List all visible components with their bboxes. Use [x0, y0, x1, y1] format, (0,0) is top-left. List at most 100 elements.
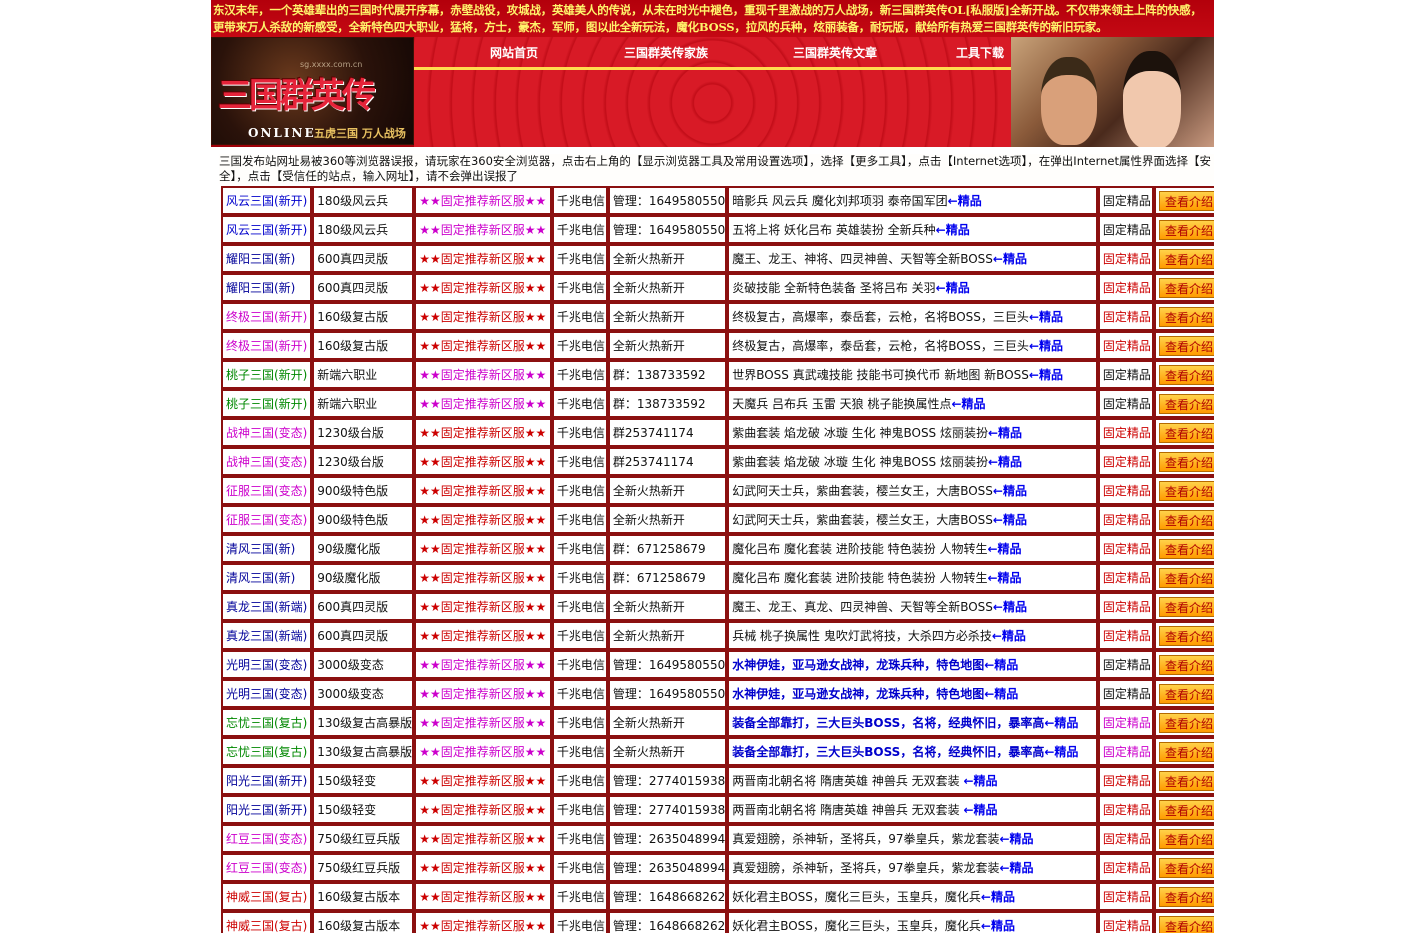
- server-name-link-cell[interactable]: 耀阳三国(新): [221, 273, 313, 302]
- contact-info-cell: 管理：1648668262: [607, 882, 728, 911]
- server-name-link[interactable]: 清风三国(新): [226, 542, 295, 556]
- server-name-link[interactable]: 风云三国(新开): [226, 194, 307, 208]
- server-name-link[interactable]: 红豆三国(变态): [226, 861, 307, 875]
- recommend-badge: ★★固定推荐新区服★★: [419, 658, 547, 672]
- server-name-link[interactable]: 阳光三国(新开): [226, 774, 307, 788]
- view-details-button[interactable]: 查看介绍: [1158, 654, 1214, 675]
- view-details-button[interactable]: 查看介绍: [1158, 770, 1214, 791]
- server-name-link-cell[interactable]: 光明三国(变态): [221, 650, 313, 679]
- server-name-link-cell[interactable]: 终极三国(新开): [221, 331, 313, 360]
- server-name-link-cell[interactable]: 神威三国(复古): [221, 911, 313, 933]
- server-name-link[interactable]: 终极三国(新开): [226, 339, 307, 353]
- server-features-cell: 两晋南北朝名将 隋唐英雄 神兽兵 无双套装 ←精品: [727, 766, 1098, 795]
- server-name-link-cell[interactable]: 阳光三国(新开): [221, 766, 313, 795]
- server-name-link-cell[interactable]: 忘忧三国(复古): [221, 708, 313, 737]
- view-details-button[interactable]: 查看介绍: [1158, 277, 1214, 298]
- server-name-link-cell[interactable]: 风云三国(新开): [221, 215, 313, 244]
- server-name-link-cell[interactable]: 真龙三国(新端): [221, 621, 313, 650]
- nav-family[interactable]: 三国群英传家族: [624, 44, 708, 61]
- server-name-link[interactable]: 战神三国(变态): [226, 455, 307, 469]
- view-details-button[interactable]: 查看介绍: [1158, 480, 1214, 501]
- network-line: 千兆电信: [556, 629, 605, 643]
- server-name-link-cell[interactable]: 清风三国(新): [221, 534, 313, 563]
- server-name-link[interactable]: 神威三国(复古): [226, 890, 307, 904]
- view-details-button[interactable]: 查看介绍: [1158, 248, 1214, 269]
- server-name-link[interactable]: 耀阳三国(新): [226, 281, 295, 295]
- server-name-link[interactable]: 光明三国(变态): [226, 658, 307, 672]
- view-details-button[interactable]: 查看介绍: [1158, 828, 1214, 849]
- server-name-link[interactable]: 征服三国(变态): [226, 484, 307, 498]
- server-version-cell: 150级轻变: [312, 766, 415, 795]
- contact-info: 全新火热新开: [612, 513, 685, 527]
- server-name-link[interactable]: 征服三国(变态): [226, 513, 307, 527]
- server-name-link-cell[interactable]: 神威三国(复古): [221, 882, 313, 911]
- server-name-link-cell[interactable]: 风云三国(新开): [221, 186, 313, 215]
- server-name-link-cell[interactable]: 战神三国(变态): [221, 418, 313, 447]
- view-details-button[interactable]: 查看介绍: [1158, 857, 1214, 878]
- view-details-button[interactable]: 查看介绍: [1158, 335, 1214, 356]
- server-name-link[interactable]: 风云三国(新开): [226, 223, 307, 237]
- view-details-button[interactable]: 查看介绍: [1158, 393, 1214, 414]
- view-details-button[interactable]: 查看介绍: [1158, 219, 1214, 240]
- recommend-badge-cell: ★★固定推荐新区服★★: [414, 447, 552, 476]
- view-details-button[interactable]: 查看介绍: [1158, 625, 1214, 646]
- view-details-button[interactable]: 查看介绍: [1158, 712, 1214, 733]
- view-details-button[interactable]: 查看介绍: [1158, 683, 1214, 704]
- nav-tools-download[interactable]: 工具下载: [956, 44, 1004, 61]
- server-name-link[interactable]: 神威三国(复古): [226, 919, 307, 933]
- table-row: 神威三国(复古) 160级复古版本 ★★固定推荐新区服★★ 千兆电信 管理：164866…: [221, 911, 1214, 933]
- view-details-button[interactable]: 查看介绍: [1158, 422, 1214, 443]
- server-name-link-cell[interactable]: 征服三国(变态): [221, 476, 313, 505]
- nav-articles[interactable]: 三国群英传文章: [793, 44, 877, 61]
- server-name-link-cell[interactable]: 桃子三国(新开): [221, 389, 313, 418]
- server-name-link-cell[interactable]: 真龙三国(新端): [221, 592, 313, 621]
- server-name-link[interactable]: 真龙三国(新端): [226, 600, 307, 614]
- view-details-button[interactable]: 查看介绍: [1158, 306, 1214, 327]
- server-name-link[interactable]: 红豆三国(变态): [226, 832, 307, 846]
- server-name-link[interactable]: 忘忧三国(复古): [226, 745, 307, 759]
- server-name-link-cell[interactable]: 光明三国(变态): [221, 679, 313, 708]
- nav-home[interactable]: 网站首页: [490, 44, 538, 61]
- recommend-badge: ★★固定推荐新区服★★: [419, 194, 547, 208]
- server-name-link[interactable]: 耀阳三国(新): [226, 252, 295, 266]
- server-name-link[interactable]: 桃子三国(新开): [226, 397, 307, 411]
- view-details-button[interactable]: 查看介绍: [1158, 741, 1214, 762]
- action-cell: 查看介绍: [1153, 447, 1214, 476]
- server-name-link-cell[interactable]: 红豆三国(变态): [221, 853, 313, 882]
- server-name-link[interactable]: 清风三国(新): [226, 571, 295, 585]
- view-details-button[interactable]: 查看介绍: [1158, 364, 1214, 385]
- view-details-button[interactable]: 查看介绍: [1158, 538, 1214, 559]
- server-name-link-cell[interactable]: 红豆三国(变态): [221, 824, 313, 853]
- view-details-button[interactable]: 查看介绍: [1158, 915, 1214, 933]
- server-name-link-cell[interactable]: 清风三国(新): [221, 563, 313, 592]
- server-name-link[interactable]: 真龙三国(新端): [226, 629, 307, 643]
- view-details-button[interactable]: 查看介绍: [1158, 886, 1214, 907]
- server-name-link-cell[interactable]: 耀阳三国(新): [221, 244, 313, 273]
- server-features: 魔化吕布 魔化套装 进阶技能 特色装扮 人物转生: [732, 542, 988, 556]
- server-name-link[interactable]: 光明三国(变态): [226, 687, 307, 701]
- server-name-link-cell[interactable]: 忘忧三国(复古): [221, 737, 313, 766]
- view-details-button[interactable]: 查看介绍: [1158, 567, 1214, 588]
- view-details-button[interactable]: 查看介绍: [1158, 799, 1214, 820]
- server-name-link-cell[interactable]: 征服三国(变态): [221, 505, 313, 534]
- server-name-link[interactable]: 桃子三国(新开): [226, 368, 307, 382]
- server-features-cell: 暗影兵 风云兵 魔化刘邦项羽 泰帝国军团←精品: [727, 186, 1098, 215]
- view-details-button[interactable]: 查看介绍: [1158, 596, 1214, 617]
- server-name-link-cell[interactable]: 阳光三国(新开): [221, 795, 313, 824]
- server-name-link-cell[interactable]: 战神三国(变态): [221, 447, 313, 476]
- view-details-button[interactable]: 查看介绍: [1158, 509, 1214, 530]
- server-name-link[interactable]: 终极三国(新开): [226, 310, 307, 324]
- contact-info: 管理：2774015938: [612, 803, 726, 817]
- server-features: 妖化君主BOSS，魔化三巨头，玉皇兵，魔化兵: [732, 919, 981, 933]
- server-name-link-cell[interactable]: 终极三国(新开): [221, 302, 313, 331]
- server-name-link-cell[interactable]: 桃子三国(新开): [221, 360, 313, 389]
- view-details-button[interactable]: 查看介绍: [1158, 190, 1214, 211]
- server-name-link[interactable]: 忘忧三国(复古): [226, 716, 307, 730]
- site-logo[interactable]: sg.xxxx.com.cn 三国群英传 ONLINE 五虎三国 万人战场: [211, 37, 414, 145]
- server-features: 终极复古，高爆率，泰岳套，云枪，名将BOSS，三巨头: [732, 310, 1029, 324]
- server-version: 150级轻变: [317, 803, 377, 817]
- view-details-button[interactable]: 查看介绍: [1158, 451, 1214, 472]
- contact-info-cell: 管理：2635048994: [607, 824, 728, 853]
- server-name-link[interactable]: 战神三国(变态): [226, 426, 307, 440]
- server-name-link[interactable]: 阳光三国(新开): [226, 803, 307, 817]
